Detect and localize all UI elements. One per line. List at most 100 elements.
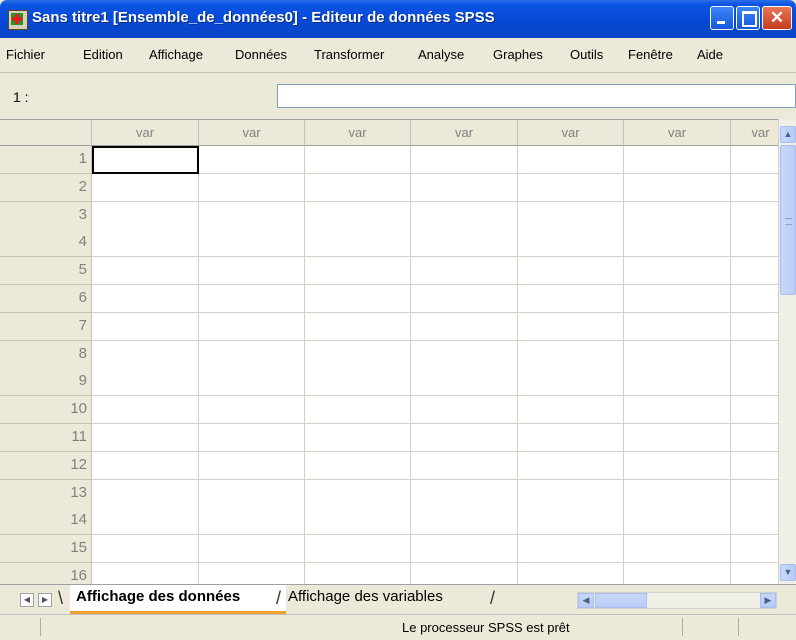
- data-cell[interactable]: [624, 507, 731, 536]
- data-cell[interactable]: [199, 146, 305, 174]
- data-cell[interactable]: [411, 173, 518, 202]
- row-header[interactable]: 14: [0, 507, 92, 536]
- data-cell[interactable]: [411, 368, 518, 397]
- title-bar[interactable]: Sans titre1 [Ensemble_de_données0] - Edi…: [0, 0, 796, 38]
- data-cell[interactable]: [199, 201, 305, 230]
- data-cell[interactable]: [92, 312, 199, 341]
- data-cell[interactable]: [518, 340, 624, 369]
- row-header[interactable]: 5: [0, 257, 92, 286]
- data-cell[interactable]: [518, 451, 624, 480]
- menu-edition[interactable]: Edition: [83, 47, 123, 62]
- data-cell[interactable]: [305, 563, 411, 585]
- horizontal-scrollbar[interactable]: ◀ ▶: [577, 592, 777, 609]
- column-header-var[interactable]: var: [624, 120, 731, 146]
- menu-donnees[interactable]: Données: [235, 47, 287, 62]
- data-cell[interactable]: [411, 535, 518, 564]
- cell-value-input[interactable]: [277, 84, 796, 108]
- data-cell[interactable]: [731, 479, 778, 508]
- scroll-right-button[interactable]: ▶: [760, 593, 776, 608]
- menu-graphes[interactable]: Graphes: [493, 47, 543, 62]
- data-cell[interactable]: [92, 285, 199, 313]
- data-cell[interactable]: [731, 201, 778, 230]
- data-cell[interactable]: [305, 201, 411, 230]
- data-cell[interactable]: [199, 340, 305, 369]
- data-cell[interactable]: [624, 285, 731, 313]
- data-cell[interactable]: [411, 451, 518, 480]
- data-cell[interactable]: [305, 396, 411, 425]
- data-cell[interactable]: [305, 535, 411, 564]
- menu-fenetre[interactable]: Fenêtre: [628, 47, 673, 62]
- data-cell[interactable]: [624, 368, 731, 397]
- data-cell[interactable]: [731, 563, 778, 585]
- menu-aide[interactable]: Aide: [697, 47, 723, 62]
- data-cell[interactable]: [731, 424, 778, 452]
- data-cell[interactable]: [305, 257, 411, 286]
- column-header-var[interactable]: var: [518, 120, 624, 146]
- data-cell[interactable]: [731, 535, 778, 564]
- data-cell[interactable]: [411, 229, 518, 258]
- data-cell[interactable]: [199, 535, 305, 564]
- data-cell[interactable]: [518, 396, 624, 425]
- data-cell[interactable]: [199, 563, 305, 585]
- minimize-button[interactable]: [710, 6, 734, 30]
- data-cell[interactable]: [305, 368, 411, 397]
- data-cell[interactable]: [92, 479, 199, 508]
- data-cell[interactable]: [199, 285, 305, 313]
- data-cell[interactable]: [624, 146, 731, 174]
- data-cell[interactable]: [92, 201, 199, 230]
- data-cell[interactable]: [199, 451, 305, 480]
- data-cell[interactable]: [199, 229, 305, 258]
- data-cell[interactable]: [411, 563, 518, 585]
- data-cell[interactable]: [731, 340, 778, 369]
- data-cell[interactable]: [624, 201, 731, 230]
- data-cell[interactable]: [731, 451, 778, 480]
- vertical-scrollbar[interactable]: ▲ ▼: [778, 119, 796, 584]
- data-cell[interactable]: [92, 507, 199, 536]
- row-header[interactable]: 16: [0, 563, 92, 585]
- tab-next-button[interactable]: ▶: [38, 593, 52, 607]
- data-cell[interactable]: [92, 368, 199, 397]
- data-cell[interactable]: [624, 563, 731, 585]
- data-cell[interactable]: [92, 173, 199, 202]
- data-cell[interactable]: [92, 563, 199, 585]
- scroll-left-button[interactable]: ◀: [578, 593, 594, 608]
- data-cell[interactable]: [305, 173, 411, 202]
- menu-affichage[interactable]: Affichage: [149, 47, 203, 62]
- data-cell[interactable]: [92, 340, 199, 369]
- data-cell[interactable]: [518, 201, 624, 230]
- column-header-var[interactable]: var: [731, 120, 778, 146]
- row-header[interactable]: 1: [0, 146, 92, 174]
- data-cell[interactable]: [411, 507, 518, 536]
- spss-app-icon[interactable]: [8, 10, 28, 30]
- row-header[interactable]: 9: [0, 368, 92, 397]
- data-cell[interactable]: [411, 396, 518, 425]
- data-cell[interactable]: [411, 285, 518, 313]
- data-cell[interactable]: [199, 257, 305, 286]
- data-cell[interactable]: [199, 312, 305, 341]
- data-cell[interactable]: [624, 424, 731, 452]
- data-cell[interactable]: [411, 146, 518, 174]
- data-cell[interactable]: [518, 479, 624, 508]
- data-cell[interactable]: [624, 257, 731, 286]
- maximize-button[interactable]: [736, 6, 760, 30]
- column-header-var[interactable]: var: [92, 120, 199, 146]
- row-header[interactable]: 11: [0, 424, 92, 452]
- row-header[interactable]: 7: [0, 312, 92, 341]
- data-cell[interactable]: [624, 340, 731, 369]
- data-cell[interactable]: [411, 340, 518, 369]
- row-header[interactable]: 4: [0, 229, 92, 258]
- data-cell[interactable]: [518, 312, 624, 341]
- data-cell[interactable]: [305, 340, 411, 369]
- data-cell[interactable]: [518, 535, 624, 564]
- row-header[interactable]: 10: [0, 396, 92, 425]
- data-cell[interactable]: [305, 507, 411, 536]
- data-cell[interactable]: [411, 424, 518, 452]
- data-cell[interactable]: [731, 257, 778, 286]
- data-cell[interactable]: [624, 479, 731, 508]
- data-cell[interactable]: [518, 424, 624, 452]
- tab-variable-view[interactable]: Affichage des variables: [280, 585, 503, 611]
- data-cell[interactable]: [518, 285, 624, 313]
- menu-analyse[interactable]: Analyse: [418, 47, 464, 62]
- data-cell[interactable]: [731, 396, 778, 425]
- data-cell[interactable]: [92, 146, 199, 174]
